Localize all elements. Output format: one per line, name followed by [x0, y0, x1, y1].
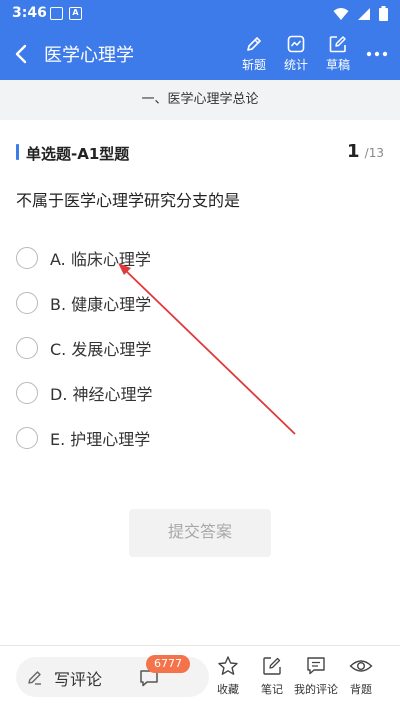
note-label: 笔记 [261, 683, 283, 696]
favorite-button[interactable]: 收藏 [206, 655, 250, 697]
submit-answer-button[interactable]: 提交答案 [129, 509, 271, 557]
wifi-icon [333, 7, 349, 20]
radio-icon[interactable] [16, 381, 38, 404]
star-icon [218, 656, 238, 675]
write-icon [28, 671, 41, 685]
tool-button-statistics[interactable]: 统计 [274, 32, 318, 76]
option-label: C. 发展心理学 [50, 339, 152, 359]
tool-label: 草稿 [325, 58, 350, 72]
eye-icon [349, 660, 373, 672]
option-c[interactable]: C. 发展心理学 [16, 325, 386, 370]
a-notification-icon: A [69, 7, 82, 20]
image-notification-icon [50, 7, 63, 20]
back-arrow-icon[interactable] [8, 40, 36, 68]
status-time: 3:46 [12, 5, 47, 21]
pen-icon [247, 37, 261, 51]
comment-placeholder: 写评论 [54, 670, 103, 689]
signal-icon [358, 7, 370, 20]
question-text: 不属于医学心理学研究分支的是 [16, 191, 241, 210]
status-notifications: A [50, 7, 82, 20]
radio-icon[interactable] [16, 336, 38, 359]
option-label: A. 临床心理学 [50, 249, 151, 269]
recite-label: 背题 [350, 683, 372, 696]
option-b[interactable]: B. 健康心理学 [16, 280, 386, 325]
radio-icon[interactable] [16, 426, 38, 449]
comment-input[interactable]: 写评论 6777 [16, 655, 209, 697]
more-icon[interactable] [362, 42, 392, 66]
question-type-marker [16, 144, 19, 160]
option-a[interactable]: A. 临床心理学 [16, 235, 386, 280]
option-label: E. 护理心理学 [50, 429, 151, 449]
options-list: A. 临床心理学 B. 健康心理学 C. 发展心理学 D. 神经心理学 E. 护… [16, 235, 386, 460]
option-label: B. 健康心理学 [50, 294, 152, 314]
note-button[interactable]: 笔记 [250, 655, 294, 697]
recite-button[interactable]: 背题 [339, 655, 383, 697]
chapter-title: 一、医学心理学总论 [0, 80, 400, 120]
app-bar: 医学心理学 斩题 统计 草稿 [0, 28, 400, 80]
question-progress: 1 /13 [347, 141, 384, 162]
tool-button-draft[interactable]: 草稿 [316, 32, 360, 76]
battery-icon [379, 6, 388, 21]
my-comments-button[interactable]: 我的评论 [294, 655, 338, 697]
radio-icon[interactable] [16, 291, 38, 314]
tool-button-slash[interactable]: 斩题 [232, 32, 276, 76]
status-right-icons [333, 6, 388, 21]
bottom-divider [0, 645, 400, 646]
option-e[interactable]: E. 护理心理学 [16, 415, 386, 460]
comment-icon [307, 657, 325, 675]
tool-label: 统计 [283, 58, 308, 72]
chart-icon [287, 35, 305, 53]
note-icon [263, 657, 281, 675]
progress-total: 13 [368, 146, 384, 160]
question-type: 单选题-A1型题 [26, 145, 130, 163]
edit-icon [329, 36, 346, 53]
option-label: D. 神经心理学 [50, 384, 153, 404]
status-bar: 3:46 A [0, 0, 400, 28]
option-d[interactable]: D. 神经心理学 [16, 370, 386, 415]
progress-current: 1 [347, 141, 360, 162]
my-comments-label: 我的评论 [294, 683, 338, 696]
favorite-label: 收藏 [217, 683, 239, 696]
tool-label: 斩题 [241, 58, 266, 72]
comment-count-badge: 6777 [146, 655, 190, 673]
radio-icon[interactable] [16, 246, 38, 269]
page-title: 医学心理学 [44, 45, 134, 66]
